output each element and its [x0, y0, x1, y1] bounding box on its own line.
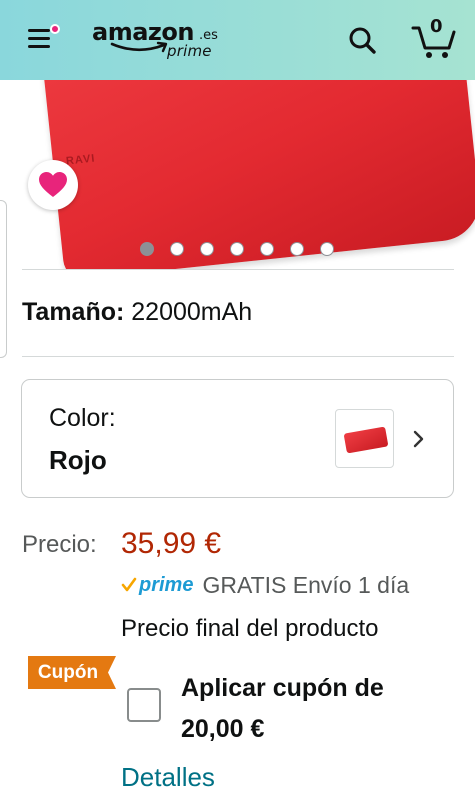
size-value: 22000mAh — [131, 298, 253, 326]
coupon-badge-label: Cupón — [37, 662, 99, 683]
coupon-badge: Cupón — [28, 656, 116, 689]
color-value: Rojo — [49, 445, 107, 475]
prime-badge: prime — [139, 573, 194, 596]
logo-domain: .es — [199, 28, 218, 43]
cart-count: 0 — [430, 16, 443, 37]
amazon-prime-logo[interactable]: amazon .es prime — [92, 18, 232, 66]
cart-button[interactable]: 0 — [410, 14, 458, 60]
side-drawer-handle[interactable] — [0, 200, 7, 358]
top-header: amazon .es prime 0 — [0, 0, 475, 80]
carousel-dot[interactable] — [230, 242, 244, 256]
coupon-checkbox[interactable] — [127, 688, 161, 722]
menu-icon — [28, 29, 50, 32]
prime-shipping: prime GRATIS Envío 1 día — [121, 571, 409, 599]
details-link[interactable]: Detalles — [121, 762, 215, 793]
chevron-right-icon — [413, 430, 424, 448]
coupon-description[interactable]: Aplicar cupón de 20,00 € — [181, 668, 441, 750]
carousel-dot[interactable] — [320, 242, 334, 256]
menu-button[interactable] — [24, 24, 60, 56]
carousel-dot[interactable] — [290, 242, 304, 256]
search-icon — [349, 27, 376, 54]
size-label: Tamaño: — [22, 298, 125, 326]
color-label: Color: — [49, 404, 116, 432]
carousel-dot-active[interactable] — [140, 242, 154, 256]
carousel-pagination — [140, 242, 340, 256]
menu-icon-bar — [28, 37, 50, 40]
search-button[interactable] — [346, 24, 380, 58]
divider — [22, 356, 454, 357]
prime-check-icon — [121, 577, 137, 592]
color-selector[interactable]: Color: Rojo — [21, 379, 454, 498]
price-label: Precio: — [22, 531, 97, 558]
size-selection: Tamaño: 22000mAh — [22, 298, 252, 327]
carousel-dot[interactable] — [170, 242, 184, 256]
carousel-dot[interactable] — [200, 242, 214, 256]
shipping-text: GRATIS Envío 1 día — [202, 571, 410, 598]
divider — [22, 269, 454, 270]
final-price-note: Precio final del producto — [121, 615, 379, 642]
color-swatch[interactable] — [335, 409, 394, 468]
smile-arrow-icon — [110, 41, 168, 53]
heart-icon — [39, 172, 67, 197]
swatch-image — [343, 426, 389, 454]
notification-dot — [50, 24, 60, 34]
logo-prime: prime — [167, 42, 212, 60]
carousel-dot[interactable] — [260, 242, 274, 256]
price-value: 35,99 € — [121, 527, 222, 560]
menu-icon-bar — [28, 45, 50, 48]
wishlist-button[interactable] — [28, 160, 78, 210]
